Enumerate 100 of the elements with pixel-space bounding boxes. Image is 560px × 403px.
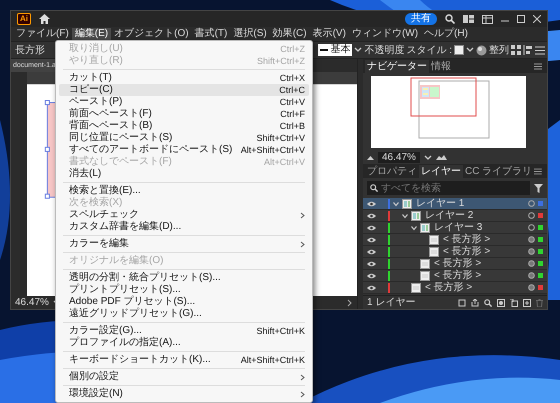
- export-icon[interactable]: [471, 298, 479, 306]
- menu-item[interactable]: カット(T) Ctrl+X: [59, 72, 309, 84]
- menu-item[interactable]: カスタム辞書を編集(D)...: [59, 221, 309, 233]
- menu-bar-item[interactable]: ファイル(F): [13, 28, 72, 40]
- menu-item[interactable]: 環境設定(N): [59, 388, 309, 400]
- shortcut-text: Ctrl+V: [278, 96, 305, 108]
- dropdown-icon[interactable]: [466, 47, 474, 53]
- panel-tab[interactable]: 情報: [429, 60, 453, 73]
- menu-item[interactable]: 透明の分割・統合プリセット(S)...: [59, 272, 309, 284]
- workspace-icon[interactable]: [463, 15, 474, 23]
- search-field[interactable]: すべてを検索: [367, 181, 530, 195]
- eye-icon[interactable]: [367, 212, 376, 218]
- menu-bar-item[interactable]: ウィンドウ(W): [348, 28, 422, 40]
- eye-icon[interactable]: [367, 272, 376, 278]
- opacity-label[interactable]: 不透明度: [364, 42, 404, 58]
- menu-item[interactable]: 個別の設定: [59, 371, 309, 383]
- layer-name: レイヤー 1: [416, 197, 466, 210]
- eye-icon[interactable]: [367, 260, 376, 266]
- app-logo: Ai: [17, 13, 31, 25]
- mask-icon[interactable]: [497, 298, 505, 306]
- eye-icon[interactable]: [367, 224, 376, 230]
- dropdown-icon[interactable]: [354, 47, 362, 53]
- align-button[interactable]: 整列: [489, 42, 509, 58]
- menu-bar-item[interactable]: 表示(V): [310, 28, 349, 40]
- layer-row[interactable]: レイヤー 2: [363, 210, 547, 222]
- align-icon[interactable]: [523, 45, 533, 55]
- panel-tab[interactable]: CC ライブラリ: [463, 165, 534, 178]
- zoom-out-icon[interactable]: [367, 156, 374, 160]
- layer-row[interactable]: < 長方形 >: [363, 258, 547, 270]
- layer-count: 1 レイヤー: [367, 296, 416, 310]
- menu-item[interactable]: すべてのアートボードにペースト(S) Alt+Shift+Ctrl+V: [59, 144, 309, 156]
- menu-bar-item[interactable]: オブジェクト(O): [111, 28, 192, 40]
- artboard-icon[interactable]: [458, 298, 466, 306]
- panel-tab[interactable]: プロパティ: [365, 165, 419, 178]
- menu-item[interactable]: 検索と置換(E)...: [59, 185, 309, 197]
- search-icon[interactable]: [445, 14, 455, 24]
- panel-menu-icon[interactable]: [534, 168, 542, 175]
- layer-row[interactable]: < 長方形 >: [363, 270, 547, 282]
- shortcut-text: Alt+Ctrl+V: [262, 156, 305, 168]
- grid-icon[interactable]: [511, 45, 521, 55]
- style-label: スタイル :: [406, 44, 452, 58]
- layer-row[interactable]: レイヤー 3: [363, 222, 547, 234]
- layer-name: レイヤー 3: [434, 221, 484, 234]
- chevron-icon[interactable]: [347, 298, 353, 306]
- globe-icon[interactable]: [476, 44, 487, 56]
- thumbnail-icon: [411, 210, 421, 220]
- menu-item[interactable]: 遠近グリッドプリセット(G)...: [59, 308, 309, 320]
- layer-row[interactable]: < 長方形 >: [363, 234, 547, 246]
- menu-item[interactable]: プロファイルの指定(A)...: [59, 337, 309, 349]
- stroke-style-field[interactable]: 基本: [318, 44, 352, 56]
- eye-icon[interactable]: [367, 236, 376, 242]
- chevron-icon[interactable]: [393, 200, 399, 206]
- zoom-in-icon[interactable]: [436, 155, 447, 160]
- zoom-field[interactable]: 46.47%: [378, 152, 420, 163]
- home-icon[interactable]: [39, 14, 50, 24]
- menu-item[interactable]: 背面へペースト(B) Ctrl+B: [59, 120, 309, 132]
- zoom-level[interactable]: 46.47%: [15, 295, 49, 310]
- menu-bar-item[interactable]: ヘルプ(H): [421, 28, 471, 40]
- menu-bar-item[interactable]: 編集(E): [72, 28, 112, 40]
- panel-tab[interactable]: ナビゲーター: [365, 60, 429, 73]
- layer-name: < 長方形 >: [434, 256, 482, 270]
- eye-icon[interactable]: [367, 284, 376, 290]
- menu-bar-item[interactable]: 書式(T): [192, 28, 230, 40]
- new-layer-icon[interactable]: [523, 298, 531, 306]
- share-button[interactable]: 共有: [405, 13, 437, 25]
- eye-icon[interactable]: [367, 248, 376, 254]
- filter-icon[interactable]: [534, 184, 543, 192]
- panel-menu-icon[interactable]: [534, 63, 542, 70]
- tool-name: 長方形: [15, 44, 45, 58]
- menu-item[interactable]: カラーを編集: [59, 238, 309, 250]
- close-icon[interactable]: [533, 15, 541, 23]
- panel-tab[interactable]: レイヤー: [419, 165, 463, 178]
- new-sublayer-icon[interactable]: [510, 298, 518, 306]
- menu-item[interactable]: キーボードショートカット(K)... Alt+Shift+Ctrl+K: [59, 354, 309, 366]
- layer-row[interactable]: < 長方形 >: [363, 246, 547, 258]
- menu-item[interactable]: 前面へペースト(F) Ctrl+F: [59, 108, 309, 120]
- menu-item[interactable]: ペースト(P) Ctrl+V: [59, 96, 309, 108]
- layer-row[interactable]: < 長方形 >: [363, 282, 547, 294]
- menu-item[interactable]: スペルチェック: [59, 209, 309, 221]
- panel-layout-icon[interactable]: [482, 14, 493, 24]
- menu-bar-item[interactable]: 効果(C): [270, 28, 310, 40]
- menu-item[interactable]: 消去(L): [59, 168, 309, 180]
- chevron-icon[interactable]: [402, 212, 408, 218]
- style-swatch[interactable]: [454, 45, 464, 55]
- menu-item[interactable]: カラー設定(G)... Shift+Ctrl+K: [59, 325, 309, 337]
- menu-item[interactable]: プリントプリセット(S)...: [59, 284, 309, 296]
- menu-icon[interactable]: [535, 46, 545, 54]
- layer-name: < 長方形 >: [434, 268, 482, 282]
- menu-bar-item[interactable]: 選択(S): [230, 28, 270, 40]
- eye-icon[interactable]: [367, 200, 376, 206]
- menu-item[interactable]: 同じ位置にペースト(S) Shift+Ctrl+V: [59, 132, 309, 144]
- chevron-icon[interactable]: [411, 224, 417, 230]
- layer-name: レイヤー 2: [425, 209, 474, 222]
- dropdown-icon[interactable]: [424, 154, 432, 160]
- menu-item[interactable]: コピー(C) Ctrl+C: [59, 84, 309, 96]
- layer-row[interactable]: レイヤー 1: [363, 198, 547, 210]
- menu-item[interactable]: Adobe PDF プリセット(S)...: [59, 296, 309, 308]
- layer-name: < 長方形 >: [443, 244, 492, 258]
- search-icon[interactable]: [484, 298, 492, 306]
- maximize-icon[interactable]: [517, 15, 525, 23]
